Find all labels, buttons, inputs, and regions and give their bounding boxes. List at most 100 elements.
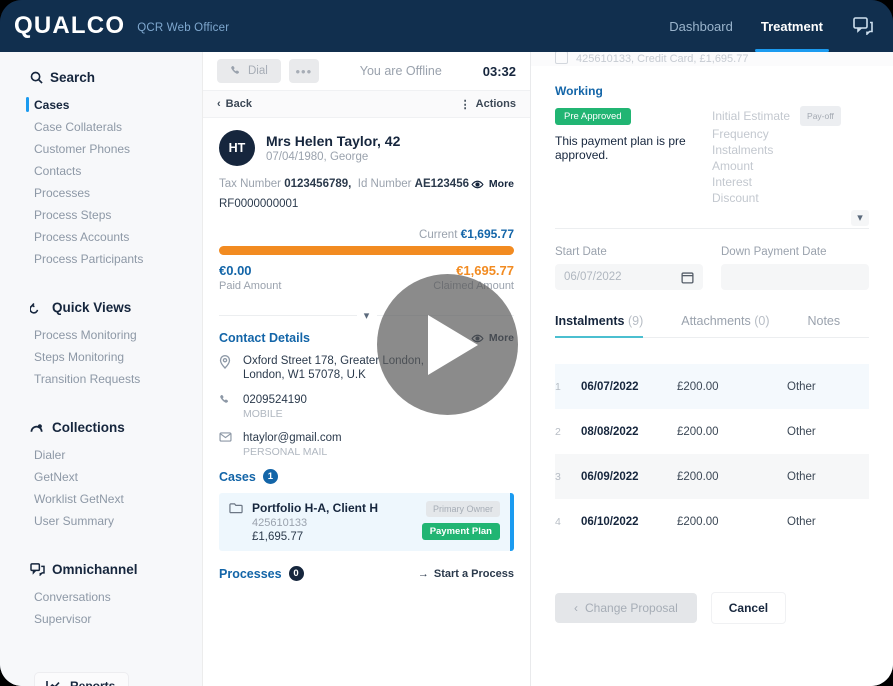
tab-instalments[interactable]: Instalments (9) [555,314,643,337]
instalment-amount: £200.00 [677,426,787,438]
processes-label: Processes [219,567,282,581]
sidebar-item-process-steps[interactable]: Process Steps [0,204,202,226]
pre-approved-text: This payment plan is pre approved. [555,134,712,162]
account-row-text: 425610133, Credit Card, £1,695.77 [576,53,748,65]
sidebar-item-user-summary[interactable]: User Summary [0,510,202,532]
paid-amount-value: €0.00 [219,263,281,278]
payoff-badge: Pay-off [800,106,841,126]
start-date-input[interactable]: 06/07/2022 [555,264,703,290]
play-button-icon[interactable] [377,274,518,415]
instalment-amount: £200.00 [677,471,787,483]
sidebar-item-customer-phones[interactable]: Customer Phones [0,138,202,160]
tab-notes[interactable]: Notes [807,314,840,337]
nav-treatment[interactable]: Treatment [747,0,837,52]
email-address: htaylor@gmail.com [243,431,342,445]
case-amount: £1,695.77 [252,531,378,543]
table-row[interactable]: 3 06/09/2022 £200.00 Other [555,454,869,499]
account-row-partial[interactable]: 425610133, Credit Card, £1,695.77 [531,52,893,66]
id-number-value: AE123456 [415,178,469,190]
sidebar-item-contacts[interactable]: Contacts [0,160,202,182]
sidebar-item-process-participants[interactable]: Process Participants [0,248,202,270]
plan-expand-toggle[interactable]: ▾ [555,208,869,226]
cases-section-header: Cases 1 [219,469,514,484]
instalment-index: 2 [555,426,581,438]
more-options-button[interactable]: ••• [289,59,319,83]
vertical-dots-icon: ⋮ [460,98,471,111]
payment-plan-body: Working Pre Approved This payment plan i… [531,66,893,544]
sidebar-group-search: Search [30,70,202,85]
sidebar-item-conversations[interactable]: Conversations [0,586,202,608]
start-process-button[interactable]: → Start a Process [418,568,514,580]
mail-icon [219,431,233,442]
top-navigation-bar: QUALCO QCR Web Officer Dashboard Treatme… [0,0,893,52]
sidebar-item-transition-requests[interactable]: Transition Requests [0,368,202,390]
customer-header: HT Mrs Helen Taylor, 42 07/04/1980, Geor… [219,130,514,166]
nav-dashboard[interactable]: Dashboard [655,0,747,52]
tax-number-value: 0123456789, [284,178,351,190]
back-button[interactable]: ‹ Back [217,98,252,110]
case-tags: Primary Owner Payment Plan [422,501,500,543]
chevron-down-icon[interactable]: ▾ [851,210,869,226]
cancel-button[interactable]: Cancel [711,592,786,624]
initial-estimate-label: Initial Estimate [712,108,790,124]
start-date-value: 06/07/2022 [564,271,622,283]
phone-number: 0209524190 [243,393,307,407]
field-frequency: Frequency [712,126,869,142]
quickviews-icon [30,302,45,314]
call-timer: 03:32 [483,64,516,79]
qualco-logo: QUALCO [14,12,125,40]
sidebar-item-supervisor[interactable]: Supervisor [0,608,202,630]
top-nav-items: Dashboard Treatment [655,0,893,52]
identifiers-more-link[interactable]: More [471,178,514,190]
chevron-left-icon: ‹ [217,98,221,110]
contact-email: htaylor@gmail.com PERSONAL MAIL [219,431,514,458]
start-date-label: Start Date [555,246,703,258]
case-number: 425610133 [252,517,378,529]
chevron-down-icon[interactable]: ▾ [357,306,377,324]
sidebar-item-dialer[interactable]: Dialer [0,444,202,466]
instalment-index: 1 [555,381,581,393]
sidebar-item-getnext[interactable]: GetNext [0,466,202,488]
customer-name: Mrs Helen Taylor, 42 [266,133,400,149]
sidebar-group-collections-label: Collections [52,420,125,435]
change-proposal-button[interactable]: ‹ Change Proposal [555,593,697,623]
location-pin-icon [219,354,233,369]
sidebar-item-process-monitoring[interactable]: Process Monitoring [0,324,202,346]
instalment-index: 3 [555,471,581,483]
table-row[interactable]: 1 06/07/2022 £200.00 Other [555,364,869,409]
actions-button[interactable]: ⋮ Actions [460,98,516,111]
table-row[interactable]: 2 08/08/2022 £200.00 Other [555,409,869,454]
chat-icon[interactable] [837,17,879,35]
avatar: HT [219,130,255,166]
account-checkbox[interactable] [555,52,568,64]
sidebar-group-search-label: Search [50,70,95,85]
table-row[interactable]: 4 06/10/2022 £200.00 Other [555,499,869,544]
instalment-index: 4 [555,516,581,528]
email-type: PERSONAL MAIL [243,446,342,458]
reports-button[interactable]: Reports 1 [34,672,129,686]
sidebar-item-cases[interactable]: Cases [0,94,202,116]
instalments-table: 1 06/07/2022 £200.00 Other 2 08/08/2022 … [555,364,869,544]
identifiers-row: Tax Number 0123456789, Id Number AE12345… [219,178,514,190]
tab-attachments[interactable]: Attachments (0) [681,314,769,337]
instalment-date: 06/10/2022 [581,516,677,528]
down-payment-date-input[interactable] [721,264,869,290]
sidebar-item-process-accounts[interactable]: Process Accounts [0,226,202,248]
field-interest: Interest [712,174,869,190]
sidebar-item-processes[interactable]: Processes [0,182,202,204]
app-window: QUALCO QCR Web Officer Dashboard Treatme… [0,0,893,686]
case-card[interactable]: Portfolio H-A, Client H 425610133 £1,695… [219,493,514,551]
plan-fields-block: Initial Estimate Pay-off Frequency Insta… [712,106,869,206]
sidebar-group-omnichannel: Omnichannel [30,562,202,577]
sidebar-item-worklist-getnext[interactable]: Worklist GetNext [0,488,202,510]
sidebar-group-quick-views: Quick Views [30,300,202,315]
current-label: Current [419,229,457,241]
contact-details-title: Contact Details [219,331,310,345]
sidebar-item-case-collaterals[interactable]: Case Collaterals [0,116,202,138]
dial-button[interactable]: Dial [217,59,281,83]
plan-approval-block: Pre Approved This payment plan is pre ap… [555,106,712,206]
calendar-icon[interactable] [681,271,694,284]
down-payment-date-field: Down Payment Date [721,246,869,290]
offline-status: You are Offline [327,64,475,78]
sidebar-item-steps-monitoring[interactable]: Steps Monitoring [0,346,202,368]
